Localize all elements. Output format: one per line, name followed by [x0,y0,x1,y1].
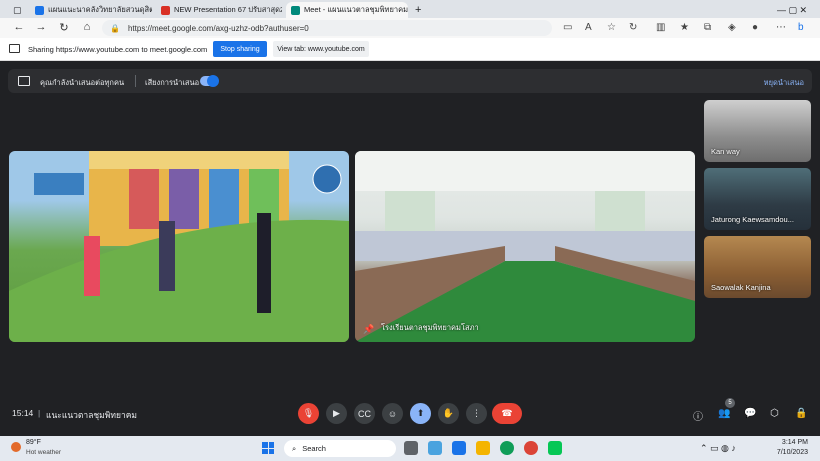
tab-1[interactable]: แผนแนะนาคลังวิทยาลัยสวนดุสิต ✕ [30,2,152,18]
home-icon[interactable]: ⌂ [80,21,94,33]
weather-icon[interactable] [11,442,21,452]
widgets-icon[interactable] [428,441,442,455]
divider [135,75,136,87]
new-tab-button[interactable]: + [410,2,426,18]
back-icon[interactable]: ← [12,21,26,33]
weather-desc[interactable]: Hot weather [26,449,61,456]
task-view-icon[interactable] [404,441,418,455]
file-explorer-icon[interactable] [476,441,490,455]
windows-taskbar: 89°F Hot weather ⌕ Search ⌃ ▭ ◍ ♪ 3:14 P… [0,436,820,461]
meeting-clock: 15:14 [12,408,34,418]
bing-icon[interactable]: b [798,22,804,33]
room-video-tile: 📌 โรงเรียนตาลชุมพิทยาคมโสภา [355,151,695,342]
url-input[interactable]: 🔒 https://meet.google.com/axg-uzhz-odb?a… [102,20,552,36]
taskbar-search[interactable]: ⌕ Search [284,440,396,457]
presentation-video [9,151,349,342]
info-icon[interactable]: ⓘ [693,408,703,423]
read-aloud-icon[interactable]: A [585,22,592,33]
room-video [355,151,695,342]
participant-tile[interactable]: Kan way [704,100,811,162]
edge-icon[interactable] [500,441,514,455]
chat-icon[interactable]: 💬 [744,408,756,419]
chrome-icon[interactable] [524,441,538,455]
meet-icon [291,5,300,15]
collections-icon[interactable]: ⧉ [704,22,711,33]
menu-icon[interactable]: ⋯ [776,22,786,33]
activities-icon[interactable]: ⬡ [770,408,779,419]
stop-sharing-button[interactable]: Stop sharing [213,41,267,57]
camera-icon[interactable]: ▭ [563,22,572,33]
address-bar: ← → ↻ ⌂ 🔒 https://meet.google.com/axg-uz… [0,18,820,38]
windows-start-icon[interactable] [262,442,274,454]
taskbar-time[interactable]: 3:14 PM [760,439,808,446]
tab-2[interactable]: NEW Presentation 67 ปรับสาสุด23 ✕ [156,2,282,18]
presentation-audio-toggle[interactable] [200,75,219,87]
meeting-name: แนะแนวตาลชุมพิทยาคม [46,410,138,420]
people-icon[interactable]: 👥 [718,408,730,419]
presenting-label: คุณกำลังนำเสนอต่อทุกคน [40,78,125,87]
present-now-icon[interactable]: ⬆ [410,403,431,424]
participant-name: Jaturong Kaewsamdou... [711,215,794,224]
tab-actions-icon[interactable]: ▢ [8,2,26,18]
pdf-icon [161,5,170,15]
participant-name: Kan way [711,147,740,156]
browser-tab-bar: แผนแนะนาคลังวิทยาลัยสวนดุสิต ✕ NEW Prese… [0,0,820,18]
tab-1-label: แผนแนะนาคลังวิทยาลัยสวนดุสิต [48,5,152,14]
forward-icon[interactable]: → [34,21,48,33]
tab-3-label: Meet - แผนแนวตาลชุมพิทยาคม [304,5,408,14]
window-controls[interactable]: — ▢ ✕ [772,2,816,18]
participant-count-badge: 5 [725,398,735,408]
search-icon: ⌕ [292,443,297,453]
system-tray-icons[interactable]: ⌃ ▭ ◍ ♪ [700,443,736,454]
camera-icon[interactable]: ▶ [326,403,347,424]
profile-icon[interactable]: ● [752,22,758,33]
raise-hand-icon[interactable]: ✋ [438,403,459,424]
presentation-tile [9,151,349,342]
split-screen-icon[interactable]: ▥ [656,22,665,33]
host-controls-icon[interactable]: 🔒 [795,408,807,419]
presentation-audio-label: เสียงการนำเสนอ [145,78,200,87]
favorite-icon[interactable]: ☆ [607,22,616,33]
taskbar-date[interactable]: 7/10/2023 [760,449,808,456]
end-call-icon[interactable]: ☎ [492,403,522,424]
participant-tile[interactable]: Jaturong Kaewsamdou... [704,168,811,230]
mail-icon[interactable] [452,441,466,455]
mic-off-icon[interactable]: 🎙 [298,403,319,424]
participant-tile[interactable]: Saowalak Kanjina [704,236,811,298]
screen-share-icon [9,44,20,53]
url-text: https://meet.google.com/axg-uzhz-odb?aut… [127,23,309,33]
more-options-icon[interactable]: ⋮ [466,403,487,424]
room-tile-name: โรงเรียนตาลชุมพิทยาคมโสภา [381,323,479,332]
sharing-bar: Sharing https://www.youtube.com to meet.… [0,38,820,61]
emoji-icon[interactable]: ☺ [382,403,403,424]
reload-icon[interactable]: ↻ [57,21,71,34]
line-icon[interactable] [548,441,562,455]
refresh-icon[interactable]: ↻ [629,22,637,33]
divider: | [38,408,41,418]
search-placeholder: Search [302,444,326,453]
meeting-control-bar: 15:14 | แนะแนวตาลชุมพิทยาคม 🎙 ▶ CC ☺ ⬆ ✋… [0,398,820,430]
stop-presenting-link[interactable]: หยุดนำเสนอ [764,77,804,89]
doc-icon [35,5,44,15]
lock-icon: 🔒 [110,23,120,33]
weather-temp[interactable]: 89°F [26,439,41,446]
shield-icon[interactable]: ◈ [728,22,736,33]
presenting-bar: คุณกำลังนำเสนอต่อทุกคน เสียงการนำเสนอ หย… [8,69,812,93]
tab-2-label: NEW Presentation 67 ปรับสาสุด23 [174,5,282,14]
view-tab-button[interactable]: View tab: www.youtube.com [273,41,369,57]
participant-name: Saowalak Kanjina [711,283,771,292]
favorites-icon[interactable]: ★ [680,22,689,33]
pin-icon[interactable]: 📌 [363,324,374,335]
captions-icon[interactable]: CC [354,403,375,424]
tab-3-active[interactable]: Meet - แผนแนวตาลชุมพิทยาคม ✕ [286,2,408,18]
present-icon [18,76,30,86]
sharing-text: Sharing https://www.youtube.com to meet.… [28,45,208,54]
